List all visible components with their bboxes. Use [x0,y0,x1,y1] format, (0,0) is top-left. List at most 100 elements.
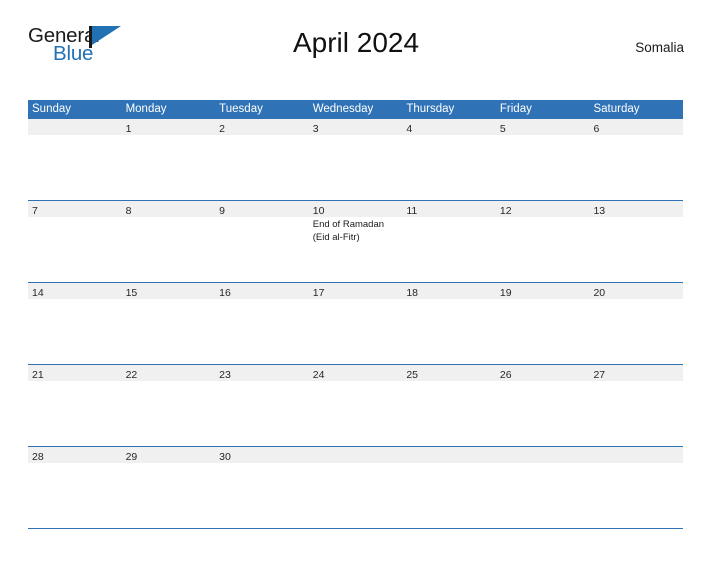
day-number: 26 [499,369,512,381]
calendar-day-cell[interactable]: 19 [495,283,590,364]
weekday-header-wednesday: Wednesday [312,103,374,115]
day-number: 21 [32,369,44,381]
day-number-strip [402,447,496,463]
day-number: 6 [593,123,600,135]
calendar-day-cell[interactable]: 14 [28,283,122,364]
calendar-week-row: 28 29 30 [28,446,684,528]
day-number-strip: 17 [308,283,403,299]
calendar-day-cell[interactable]: 17 [308,283,403,364]
day-number-strip: 7 [28,201,122,217]
day-number: 13 [593,205,606,217]
day-number-strip: 3 [308,119,403,135]
calendar-day-cell[interactable]: 3 [308,119,403,200]
day-number-strip: 29 [121,447,216,463]
calendar-day-cell[interactable]: 21 [28,365,122,446]
day-number-strip: 25 [402,365,496,381]
day-number: 7 [32,205,38,217]
calendar-week-cells: 28 29 30 [28,447,684,528]
calendar-week-cells: 14 15 16 17 18 19 20 [28,283,684,364]
day-number: 11 [406,205,418,217]
calendar-day-cell[interactable]: 4 [402,119,496,200]
calendar-day-cell-empty [589,447,684,528]
day-number: 9 [219,205,225,217]
day-number: 27 [593,369,606,381]
day-number-strip: 15 [121,283,216,299]
calendar-day-cell[interactable]: 24 [308,365,403,446]
calendar-day-cell[interactable]: 25 [402,365,496,446]
day-event-line: (Eid al-Fitr) [312,231,360,243]
weekday-header-saturday: Saturday [593,103,640,115]
calendar-day-cell[interactable]: 18 [402,283,496,364]
calendar-day-cell[interactable]: 6 [589,119,684,200]
day-number-strip: 2 [215,119,309,135]
day-number-strip [495,447,590,463]
day-number-strip: 30 [215,447,309,463]
day-number-strip: 14 [28,283,122,299]
calendar-day-cell[interactable]: 20 [589,283,684,364]
day-number: 19 [499,287,512,299]
day-number-strip: 22 [121,365,216,381]
day-number: 28 [32,451,44,463]
calendar-weeks: 1 2 3 4 5 6 7 8 9 10 End of Ramadan (Eid al-Fitr) 11… [28,119,684,528]
day-number: 5 [499,123,506,135]
day-number: 2 [219,123,225,135]
calendar-day-cell[interactable]: 8 [121,201,216,282]
day-number: 8 [125,205,132,217]
day-number-strip: 1 [121,119,216,135]
day-number-strip: 24 [308,365,403,381]
calendar-day-cell[interactable]: 11 [402,201,496,282]
day-number-strip: 11 [402,201,496,217]
calendar-grid: Sunday Monday Tuesday Wednesday Thursday… [28,100,684,530]
day-number-strip: 8 [121,201,216,217]
day-number: 10 [312,205,325,217]
day-number: 1 [125,123,132,135]
day-number: 24 [312,369,325,381]
day-number: 17 [312,287,325,299]
calendar-day-cell[interactable]: 12 [495,201,590,282]
day-number: 14 [32,287,44,299]
day-number: 30 [219,451,231,463]
region-label: Somalia [635,40,684,55]
calendar-day-cell[interactable]: 15 [121,283,216,364]
weekday-header-friday: Friday [499,103,532,115]
calendar-week-row: 21 22 23 24 25 26 27 [28,364,684,446]
calendar-day-cell-empty [308,447,403,528]
calendar-page: General Blue April 2024 Somalia Sunday M… [0,22,712,572]
day-number: 25 [406,369,418,381]
calendar-day-cell[interactable]: 28 [28,447,122,528]
day-events: End of Ramadan (Eid al-Fitr) [309,217,403,244]
calendar-day-cell[interactable]: 1 [121,119,216,200]
calendar-day-cell[interactable]: 9 [215,201,309,282]
day-number: 18 [406,287,418,299]
calendar-day-cell[interactable]: 22 [121,365,216,446]
day-number-strip [28,119,122,135]
day-number: 20 [593,287,606,299]
calendar-week-cells: 21 22 23 24 25 26 27 [28,365,684,446]
calendar-day-cell[interactable]: 7 [28,201,122,282]
calendar-day-cell[interactable]: 30 [215,447,309,528]
day-number: 16 [219,287,231,299]
day-number-strip: 27 [589,365,684,381]
calendar-day-cell[interactable]: 16 [215,283,309,364]
page-title: April 2024 [292,27,420,58]
calendar-day-cell[interactable]: 27 [589,365,684,446]
weekday-header-tuesday: Tuesday [219,103,263,115]
day-number-strip: 21 [28,365,122,381]
calendar-day-cell[interactable]: 5 [495,119,590,200]
weekday-header-thursday: Thursday [406,103,455,115]
calendar-day-cell[interactable]: 2 [215,119,309,200]
day-number-strip: 16 [215,283,309,299]
calendar-day-cell[interactable]: 29 [121,447,216,528]
day-number-strip [308,447,403,463]
day-number-strip: 9 [215,201,309,217]
calendar-day-cell[interactable]: 13 [589,201,684,282]
calendar-bottom-rule [28,528,683,530]
day-number-strip: 4 [402,119,496,135]
day-number: 15 [125,287,138,299]
day-number: 4 [406,123,413,135]
calendar-day-cell[interactable]: 23 [215,365,309,446]
day-number: 23 [219,369,231,381]
day-number-strip: 19 [495,283,590,299]
calendar-day-cell[interactable]: 10 End of Ramadan (Eid al-Fitr) [308,201,403,282]
calendar-day-cell[interactable]: 26 [495,365,590,446]
